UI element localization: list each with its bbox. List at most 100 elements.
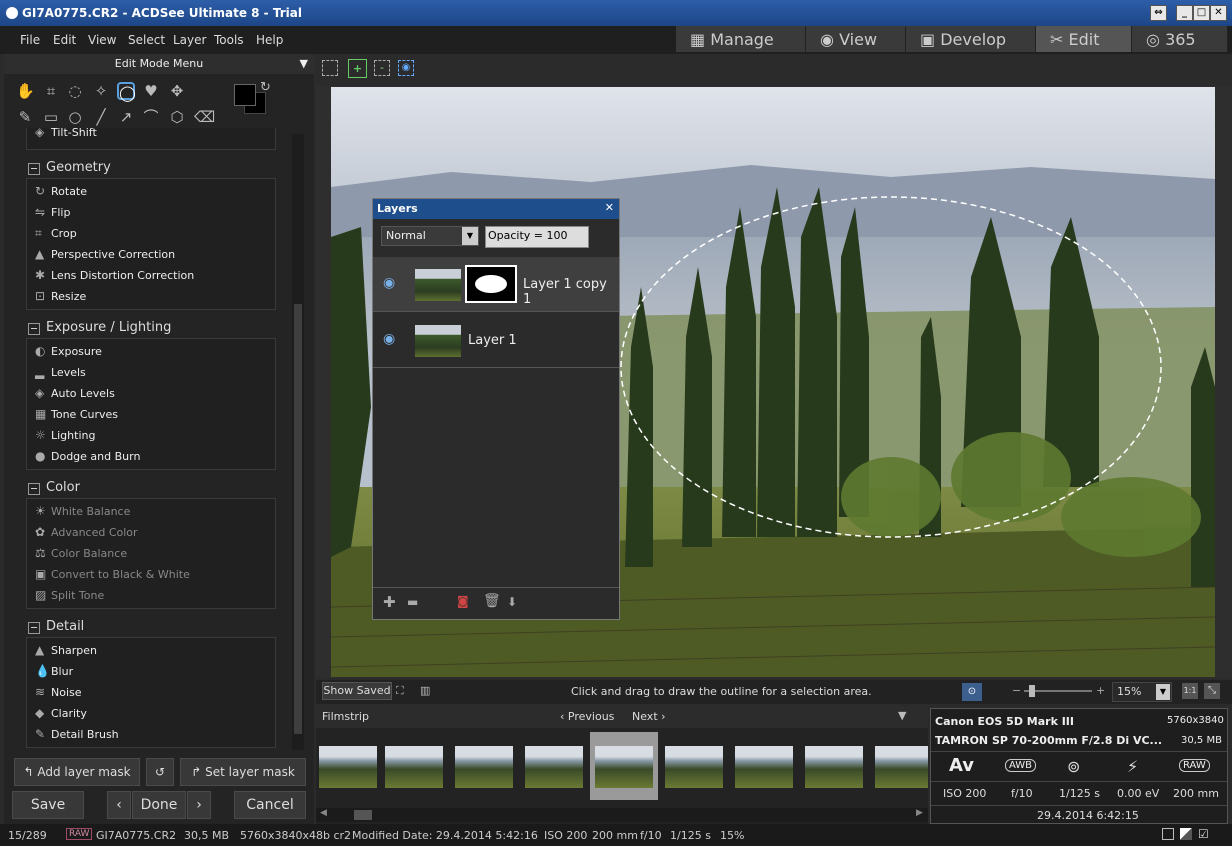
polyline-tool-icon[interactable]: ⌒ [142,108,160,126]
chevron-down-icon[interactable]: ▼ [462,227,478,245]
menu-item-exposure[interactable]: ◐ Exposure [27,341,275,362]
filmstrip-thumbnail[interactable] [525,746,583,788]
menu-item-crop[interactable]: ⌗ Crop [27,223,275,244]
compare-toggle-icon[interactable] [1180,828,1192,840]
layer-row-selected[interactable]: ◉ Layer 1 copy 1 [373,257,619,312]
opacity-field[interactable]: Opacity = 100 [485,226,589,248]
mode-manage-button[interactable]: ▦ Manage [676,26,806,52]
checkmark-icon[interactable]: ☑ [1198,827,1209,841]
mode-develop-button[interactable]: ▣ Develop [906,26,1036,52]
menu-edit[interactable]: Edit [53,33,76,47]
set-layer-mask-button[interactable]: ↱ Set layer mask [180,758,306,786]
add-selection-icon[interactable]: + [348,59,367,78]
left-panel-scroll-thumb[interactable] [294,304,302,734]
transform-tool-icon[interactable]: ⌗ [42,82,60,100]
filmstrip-thumbnail[interactable] [805,746,863,788]
menu-item-blur[interactable]: 💧Blur [27,661,275,682]
reset-icon[interactable]: ↺ [146,758,174,786]
trash-icon[interactable]: 🗑 [483,593,501,609]
section-color-header[interactable]: Color [26,480,276,498]
done-button[interactable]: Done [132,791,186,819]
menu-item-rotate[interactable]: ↻ Rotate [27,181,275,202]
chevron-down-icon[interactable]: ▼ [898,709,906,722]
scroll-right-icon[interactable]: ▶ [916,808,923,818]
filmstrip-thumbnail[interactable] [665,746,723,788]
edit-mode-menu-header[interactable]: Edit Mode Menu ▼ [4,54,314,74]
menu-item-noise[interactable]: ≋ Noise [27,682,275,703]
previous-button[interactable]: ‹ Previous [560,710,614,723]
save-button[interactable]: Save [12,791,84,819]
section-exposure-header[interactable]: Exposure / Lighting [26,320,276,338]
menu-item-lighting[interactable]: ☼ Lighting [27,425,275,446]
arrow-tool-icon[interactable]: ↗ [117,108,135,126]
move-tool-icon[interactable]: ✥ [168,82,186,100]
lasso-tool-icon[interactable]: ◯ [117,82,136,102]
heart-tool-icon[interactable]: ♥ [142,82,160,100]
menu-tools[interactable]: Tools [214,33,244,47]
menu-item-clarity[interactable]: ◆ Clarity [27,703,275,724]
polygon-tool-icon[interactable]: ⬡ [168,108,186,126]
add-layer-mask-button[interactable]: ↰ Add layer mask [14,758,140,786]
filmstrip-thumbnail[interactable] [875,746,928,788]
chevron-down-icon[interactable]: ▼ [1156,684,1170,700]
filmstrip-thumbnail[interactable] [385,746,443,788]
chevron-down-icon[interactable]: ▼ [300,54,308,74]
line-tool-icon[interactable]: ╱ [92,108,110,126]
maximize-button[interactable]: □ [1193,5,1210,21]
menu-select[interactable]: Select [128,33,165,47]
zoom-in-icon[interactable]: + [1096,684,1105,697]
filmstrip-scroll-thumb[interactable] [354,810,372,820]
menu-item-perspective-correction[interactable]: ▲ Perspective Correction [27,244,275,265]
target-tool-icon[interactable]: ◌ [66,82,84,100]
mask-layer-icon[interactable]: ◙ [457,594,469,608]
eraser-tool-icon[interactable]: ⌫ [194,108,215,126]
navigator-icon[interactable]: ⊙ [962,683,982,701]
merge-down-icon[interactable]: ⬇ [507,595,517,609]
filmstrip-thumbnail[interactable] [455,746,513,788]
magic-wand-icon[interactable]: ✧ [92,82,110,100]
zoom-out-icon[interactable]: − [1012,684,1021,697]
minimize-button[interactable]: _ [1176,5,1193,21]
histogram-icon[interactable]: ▥ [420,684,430,697]
filmstrip-thumbnail[interactable] [319,746,377,788]
eye-selection-icon[interactable]: ◉ [398,60,414,76]
next-button[interactable]: Next › [632,710,666,723]
menu-layer[interactable]: Layer [173,33,206,47]
rectangle-tool-icon[interactable]: ▭ [42,108,60,126]
next-arrow-icon[interactable]: › [187,791,211,819]
mode-edit-button[interactable]: ✂ Edit [1036,26,1132,52]
show-saved-button[interactable]: Show Saved [322,682,392,700]
view-toggle-icon[interactable] [1162,828,1174,840]
actual-size-button[interactable]: 1:1 [1182,683,1198,699]
fit-image-icon[interactable]: ⤡ [1204,683,1220,699]
menu-help[interactable]: Help [256,33,283,47]
menu-item-sharpen[interactable]: ▲ Sharpen [27,640,275,661]
visibility-eye-icon[interactable]: ◉ [383,331,395,347]
duplicate-layer-icon[interactable]: ▬ [407,595,418,609]
brush-tool-icon[interactable]: ✎ [16,108,34,126]
mode-365-button[interactable]: ◎ 365 [1132,26,1228,52]
layer-mask-thumbnail[interactable] [465,265,517,303]
menu-item-tone-curves[interactable]: ▦ Tone Curves [27,404,275,425]
visibility-eye-icon[interactable]: ◉ [383,275,395,291]
menu-item-levels[interactable]: ▂ Levels [27,362,275,383]
zoom-dropdown[interactable]: 15% ▼ [1112,682,1172,702]
layer-row[interactable]: ◉ Layer 1 [373,313,619,368]
menu-item-lens-distortion[interactable]: ✱ Lens Distortion Correction [27,265,275,286]
add-layer-icon[interactable]: ✚ [383,593,396,611]
filmstrip-scrollbar[interactable] [316,808,928,822]
section-detail-header[interactable]: Detail [26,619,276,637]
new-selection-icon[interactable] [322,60,338,76]
cancel-button[interactable]: Cancel [234,791,306,819]
ellipse-tool-icon[interactable]: ○ [66,108,84,126]
layers-panel-header[interactable]: Layers ✕ [373,199,619,219]
menu-item-flip[interactable]: ⇋ Flip [27,202,275,223]
section-geometry-header[interactable]: Geometry [26,160,276,178]
foreground-color-swatch[interactable] [234,84,256,106]
subtract-selection-icon[interactable]: - [374,60,390,76]
filmstrip-thumbnail[interactable] [735,746,793,788]
menu-item-resize[interactable]: ⊡ Resize [27,286,275,307]
mode-view-button[interactable]: ◉ View [806,26,906,52]
zoom-slider-handle[interactable] [1029,685,1035,697]
blend-mode-dropdown[interactable]: Normal ▼ [381,226,479,246]
